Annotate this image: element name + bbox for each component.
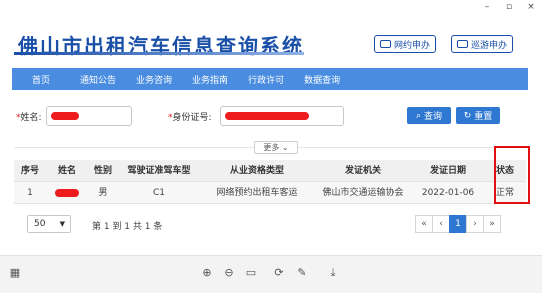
prev-page-button[interactable]: ‹ xyxy=(432,215,450,233)
col-header-license-type: 驾驶证准驾车型 xyxy=(127,165,191,176)
zoom-out-icon[interactable]: ⊖ xyxy=(222,266,236,280)
status-highlight-box xyxy=(494,146,530,204)
window-controls: – ▫ × xyxy=(476,0,542,14)
cruise-apply-button[interactable]: 巡游申办 xyxy=(451,35,514,53)
col-header-name: 姓名 xyxy=(57,165,76,176)
last-page-button[interactable]: » xyxy=(483,215,501,233)
page-info: 第 1 到 1 共 1 条 xyxy=(92,222,163,232)
query-label: 查询 xyxy=(424,112,443,122)
name-input[interactable] xyxy=(46,106,132,126)
search-icon: ⌕ xyxy=(415,110,422,121)
redaction-mark xyxy=(51,112,79,120)
viewer-toolbar: ▦ ⊕ ⊖ ▭ ⟳ ✎ ⤓ xyxy=(0,255,542,293)
minimize-button[interactable]: – xyxy=(476,0,498,14)
redaction-mark xyxy=(55,188,79,197)
monitor-icon xyxy=(457,40,468,48)
reset-button[interactable]: ↻ 重置 xyxy=(456,107,500,124)
col-header-qualification: 从业资格类型 xyxy=(229,165,284,176)
fit-page-icon[interactable]: ▭ xyxy=(244,266,258,280)
page-size-value: 50 xyxy=(34,219,46,229)
main-nav: 首页 通知公告 业务咨询 业务指南 行政许可 数据查询 xyxy=(12,68,528,90)
cell-qualification: 网络预约出租车客运 xyxy=(216,187,298,198)
query-button[interactable]: ⌕ 查询 xyxy=(407,107,451,124)
more-button[interactable]: 更多 ⌄ xyxy=(254,141,298,154)
maximize-button[interactable]: ▫ xyxy=(498,0,520,14)
reset-label: 重置 xyxy=(474,112,493,122)
id-number-label: *身份证号: xyxy=(168,113,212,123)
cell-gender: 男 xyxy=(98,187,108,198)
pager: « ‹ 1 › » xyxy=(415,215,501,233)
col-header-issuer: 发证机关 xyxy=(344,165,381,176)
table-row[interactable]: 1 男 C1 网络预约出租车客运 佛山市交通运输协会 2022-01-06 正常 xyxy=(14,182,526,204)
network-apply-label: 网约申办 xyxy=(394,40,431,51)
nav-item-notices[interactable]: 通知公告 xyxy=(70,73,126,86)
nav-item-home[interactable]: 首页 xyxy=(12,73,70,86)
nav-item-consult[interactable]: 业务咨询 xyxy=(126,73,182,86)
cell-issuer: 佛山市交通运输协会 xyxy=(322,187,404,198)
edit-icon[interactable]: ✎ xyxy=(295,266,309,280)
cell-index: 1 xyxy=(27,187,33,198)
refresh-icon: ↻ xyxy=(463,110,472,121)
page-size-select[interactable]: 50 ▼ xyxy=(27,215,71,233)
grid-icon[interactable]: ▦ xyxy=(8,266,22,280)
col-header-issue-date: 发证日期 xyxy=(429,165,466,176)
nav-item-license[interactable]: 行政许可 xyxy=(238,73,294,86)
id-number-input[interactable] xyxy=(220,106,344,126)
cell-issue-date: 2022-01-06 xyxy=(421,187,475,198)
download-icon[interactable]: ⤓ xyxy=(326,266,340,280)
first-page-button[interactable]: « xyxy=(415,215,433,233)
results-table: 序号 姓名 性别 驾驶证准驾车型 从业资格类型 发证机关 发证日期 状态 1 男… xyxy=(14,160,526,204)
cell-name xyxy=(46,182,88,204)
col-header-gender: 性别 xyxy=(93,165,112,176)
nav-item-data-query[interactable]: 数据查询 xyxy=(294,73,350,86)
network-apply-button[interactable]: 网约申办 xyxy=(374,35,437,53)
zoom-in-icon[interactable]: ⊕ xyxy=(200,266,214,280)
next-page-button[interactable]: › xyxy=(466,215,484,233)
monitor-icon xyxy=(380,40,391,48)
page-button-current[interactable]: 1 xyxy=(449,215,467,233)
title-underline xyxy=(14,52,304,55)
site-header: 佛山市出租汽车信息查询系统 网约申办 巡游申办 xyxy=(0,14,542,64)
search-form: *姓名: *身份证号: ⌕ 查询 ↻ 重置 xyxy=(14,106,526,128)
cruise-apply-label: 巡游申办 xyxy=(471,40,508,51)
rotate-icon[interactable]: ⟳ xyxy=(272,266,286,280)
close-button[interactable]: × xyxy=(520,0,542,14)
nav-item-guide[interactable]: 业务指南 xyxy=(182,73,238,86)
name-label: *姓名: xyxy=(16,113,42,123)
cell-license-type: C1 xyxy=(152,187,165,198)
table-header-row: 序号 姓名 性别 驾驶证准驾车型 从业资格类型 发证机关 发证日期 状态 xyxy=(14,160,526,182)
redaction-mark xyxy=(225,112,309,120)
col-header-index: 序号 xyxy=(20,165,39,176)
chevron-down-icon: ▼ xyxy=(59,220,65,228)
